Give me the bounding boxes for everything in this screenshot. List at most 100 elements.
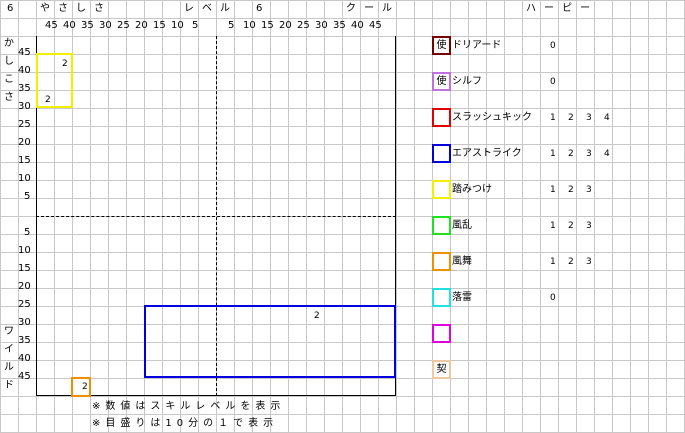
legend-swatch (432, 144, 451, 163)
legend-skill-name: シルフ (452, 76, 482, 87)
side-label-char: ル (4, 362, 14, 373)
mark-label: 2 (62, 59, 68, 69)
mark-label: 2 (314, 311, 320, 321)
ha-char: ー (544, 3, 554, 14)
legend-swatch: 使 (432, 72, 451, 91)
legend-level: 3 (586, 185, 592, 195)
ha-char: ハ (526, 3, 536, 14)
y-axis-tick: 5 (24, 191, 31, 202)
side-label-char: イ (4, 344, 14, 355)
legend-level: 3 (586, 149, 592, 159)
legend-skill-name: スラッシュキック (452, 112, 532, 123)
y-axis-tick: 35 (18, 83, 31, 94)
x-axis-tick: 5 (228, 20, 235, 31)
x-axis-tick: 30 (315, 20, 328, 31)
header-left-value: 6 (7, 3, 14, 14)
y-axis-tick: 35 (18, 335, 31, 346)
legend-skill-name: 風舞 (452, 256, 472, 267)
legend-level: 0 (550, 293, 556, 303)
y-axis-tick: 15 (18, 263, 31, 274)
legend-level: 1 (550, 185, 556, 195)
x-axis-tick: 5 (192, 20, 199, 31)
x-axis-tick: 45 (45, 20, 58, 31)
mark-kazemai-box (71, 377, 91, 397)
legend-level: 2 (568, 149, 574, 159)
legend-swatch (432, 324, 451, 343)
y-axis-tick: 40 (18, 353, 31, 364)
note-values: ※数値はスキルレベルを表示 (92, 401, 286, 412)
y-axis-tick: 45 (18, 371, 31, 382)
y-axis-tick: 25 (18, 119, 31, 130)
y-axis-tick: 45 (18, 47, 31, 58)
co-char: ル (382, 3, 392, 14)
mark-label: 2 (45, 95, 51, 105)
ha-char: ー (580, 3, 590, 14)
y-axis-tick: 30 (18, 101, 31, 112)
y-axis-tick: 5 (24, 227, 31, 238)
x-axis-tick: 35 (333, 20, 346, 31)
legend-swatch (432, 108, 451, 127)
co-char: ク (346, 3, 356, 14)
legend-skill-name: エアストライク (452, 148, 522, 159)
legend-level: 2 (568, 257, 574, 267)
ha-char: ピ (562, 3, 572, 14)
legend-level: 2 (568, 113, 574, 123)
legend-level: 4 (604, 149, 610, 159)
legend-skill-name: 風乱 (452, 220, 472, 231)
x-axis-tick: 25 (297, 20, 310, 31)
mark-label: 2 (82, 382, 88, 392)
note-scale: ※目盛りは10分の１で表示 (92, 418, 279, 429)
x-axis-tick: 15 (153, 20, 166, 31)
lv-char: レ (184, 3, 194, 14)
legend-swatch (432, 180, 451, 199)
side-label-char: ド (4, 380, 14, 391)
legend-level: 3 (586, 221, 592, 231)
center-horizontal-axis (36, 216, 396, 217)
legend-skill-name: ドリアード (452, 40, 502, 51)
legend-swatch (432, 252, 451, 271)
mark-airstrike-box (144, 305, 396, 378)
ya-char: さ (94, 3, 104, 14)
x-axis-tick: 35 (81, 20, 94, 31)
ya-char: さ (58, 3, 68, 14)
legend-swatch (432, 216, 451, 235)
lv-char: ベ (202, 3, 212, 14)
x-axis-tick: 25 (117, 20, 130, 31)
x-axis-tick: 45 (369, 20, 382, 31)
ya-char: や (40, 3, 50, 14)
legend-level: 2 (568, 185, 574, 195)
x-axis-tick: 20 (279, 20, 292, 31)
co-char: ー (364, 3, 374, 14)
legend-level: 3 (586, 257, 592, 267)
y-axis-tick: 20 (18, 281, 31, 292)
legend-level: 0 (550, 41, 556, 51)
ya-char: し (76, 3, 86, 14)
y-axis-tick: 10 (18, 173, 31, 184)
side-label-char: し (4, 56, 14, 67)
x-axis-tick: 20 (135, 20, 148, 31)
y-axis-tick: 20 (18, 137, 31, 148)
chart-frame: 2 2 2 2 (36, 36, 396, 397)
legend-level: 0 (550, 77, 556, 87)
legend-swatch: 使 (432, 36, 451, 55)
legend-swatch (432, 288, 451, 307)
side-label-char: こ (4, 74, 14, 85)
side-label-char: ワ (4, 326, 14, 337)
x-axis-tick: 10 (171, 20, 184, 31)
lv-char: ル (220, 3, 230, 14)
legend-skill-name: 踏みつけ (452, 184, 492, 195)
legend-swatch: 契 (432, 360, 451, 379)
x-axis-tick: 30 (99, 20, 112, 31)
y-axis-tick: 30 (18, 317, 31, 328)
legend-level: 3 (586, 113, 592, 123)
x-axis-tick: 40 (63, 20, 76, 31)
legend-level: 1 (550, 149, 556, 159)
legend-level: 1 (550, 257, 556, 267)
x-axis-tick: 40 (351, 20, 364, 31)
y-axis-tick: 40 (18, 65, 31, 76)
y-axis-tick: 25 (18, 299, 31, 310)
y-axis-tick: 10 (18, 245, 31, 256)
legend-level: 1 (550, 221, 556, 231)
side-label-char: さ (4, 92, 14, 103)
legend-level: 2 (568, 221, 574, 231)
